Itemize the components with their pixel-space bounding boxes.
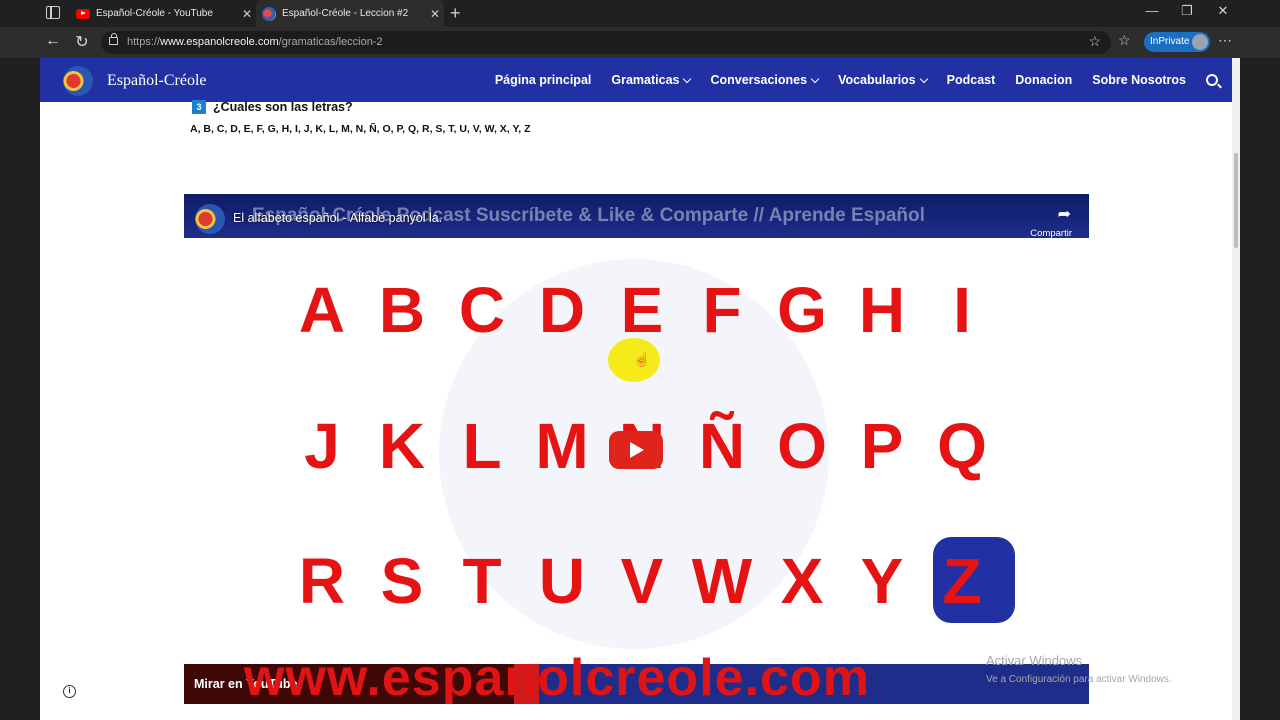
alphabet-letter: G (777, 274, 827, 346)
embedded-video[interactable]: Español-Créole Podcast Suscríbete & Like… (184, 194, 1089, 704)
nav-vocabularios[interactable]: Vocabularios (838, 73, 928, 87)
back-icon[interactable]: ← (43, 32, 63, 50)
alphabet-letter: M (535, 410, 589, 482)
reload-icon[interactable]: ↻ (72, 32, 92, 52)
hand-cursor-icon: ☝ (633, 351, 651, 367)
alphabet-letter: V (620, 545, 664, 617)
new-tab-icon[interactable]: + (450, 3, 461, 24)
tab-youtube[interactable]: Español-Créole - YouTube ✕ (70, 0, 256, 27)
site-brand[interactable]: Español-Créole (107, 72, 207, 90)
letters-list: A, B, C, D, E, F, G, H, I, J, K, L, M, N… (190, 123, 531, 135)
alphabet-letter: P (860, 410, 904, 482)
restore-icon[interactable]: ❐ (1172, 3, 1202, 19)
tab-title: Español-Créole - Leccion #2 (282, 8, 409, 19)
url-text[interactable]: https://www.espanolcreole.com/gramaticas… (127, 36, 383, 48)
activate-windows-title: Activar Windows (986, 653, 1083, 668)
nav-podcast[interactable]: Podcast (947, 73, 996, 87)
search-icon[interactable] (1206, 74, 1218, 86)
alphabet-letter: A (298, 274, 346, 346)
profile-avatar[interactable] (1192, 34, 1208, 50)
share-label[interactable]: Compartir (1030, 228, 1072, 239)
tab-leccion[interactable]: Español-Créole - Leccion #2 ✕ (256, 0, 444, 27)
channel-avatar[interactable] (195, 204, 225, 234)
alphabet-letter: L (462, 410, 502, 482)
section-heading: 3 ¿Cuales son las letras? (192, 100, 353, 114)
alphabet-letter: S (380, 545, 424, 617)
alphabet-letter: T (462, 545, 502, 617)
tab-actions-icon[interactable] (46, 6, 60, 19)
browser-tab-bar: Español-Créole - YouTube ✕ Español-Créol… (0, 0, 1280, 27)
close-window-icon[interactable]: ✕ (1208, 3, 1238, 19)
nav-sobre-nosotros[interactable]: Sobre Nosotros (1092, 73, 1186, 87)
chevron-down-icon (810, 74, 820, 83)
page-viewport: Español-Créole Página principal Gramatic… (40, 58, 1240, 720)
lock-icon[interactable] (109, 33, 118, 45)
nav-gramaticas[interactable]: Gramaticas (611, 73, 692, 87)
video-site-url: www.espanolcreole.com (244, 649, 870, 704)
chevron-down-icon (683, 74, 692, 83)
more-options-icon[interactable]: ⋯ (1218, 32, 1232, 49)
activate-windows-subtitle: Ve a Configuración para activar Windows. (986, 674, 1172, 685)
alphabet-letter: Z (942, 545, 982, 617)
video-top-bar: Español-Créole Podcast Suscríbete & Like… (184, 194, 1089, 239)
alphabet-letter: C (458, 274, 506, 346)
nav-conversaciones[interactable]: Conversaciones (710, 73, 820, 87)
section-number-badge: 3 (192, 100, 206, 114)
alphabet-letter: F (702, 274, 742, 346)
alphabet-letter: Ñ (698, 410, 746, 482)
youtube-play-button[interactable] (609, 431, 663, 469)
alphabet-letter: R (298, 545, 346, 617)
alphabet-letter: H (858, 274, 906, 346)
alphabet-letter: K (378, 410, 426, 482)
address-bar-row: ← ↻ https://www.espanolcreole.com/gramat… (0, 27, 1280, 58)
site-favicon-icon (262, 6, 276, 21)
address-bar[interactable]: https://www.espanolcreole.com/gramaticas… (101, 31, 1111, 54)
alphabet-letter: E (620, 274, 664, 346)
alphabet-letter: Q (937, 410, 987, 482)
favorite-star-icon[interactable]: ☆ (1088, 33, 1101, 50)
inprivate-badge[interactable]: InPrivate (1144, 32, 1210, 52)
close-tab-icon[interactable]: ✕ (238, 7, 256, 21)
chevron-down-icon (919, 74, 928, 83)
section-title: ¿Cuales son las letras? (213, 100, 353, 114)
youtube-favicon-icon (76, 8, 90, 19)
alphabet-letter: Y (860, 545, 904, 617)
site-logo[interactable] (63, 66, 93, 96)
site-menu: Página principal Gramaticas Conversacion… (495, 58, 1232, 102)
alphabet-letter: J (304, 410, 340, 482)
scrollbar-thumb[interactable] (1234, 153, 1238, 248)
nav-donacion[interactable]: Donacion (1015, 73, 1072, 87)
alphabet-letter: X (780, 545, 824, 617)
alphabet-letter: B (378, 274, 426, 346)
alphabet-letter: I (953, 274, 971, 346)
alphabet-letter: O (777, 410, 827, 482)
nav-pagina-principal[interactable]: Página principal (495, 73, 592, 87)
site-navbar: Español-Créole Página principal Gramatic… (40, 58, 1232, 102)
alphabet-letter: D (538, 274, 586, 346)
info-icon[interactable]: i (63, 685, 76, 698)
alphabet-letter: U (538, 545, 586, 617)
minimize-icon[interactable]: — (1137, 3, 1167, 18)
close-tab-icon[interactable]: ✕ (426, 7, 444, 21)
tab-title: Español-Créole - YouTube (96, 8, 213, 19)
video-title[interactable]: El alfabeto español - Alfabè panyòl la. (233, 211, 442, 225)
share-icon[interactable]: ➦ (1058, 204, 1071, 224)
alphabet-letter: W (691, 545, 753, 617)
favorites-icon[interactable]: ☆ (1118, 32, 1131, 49)
